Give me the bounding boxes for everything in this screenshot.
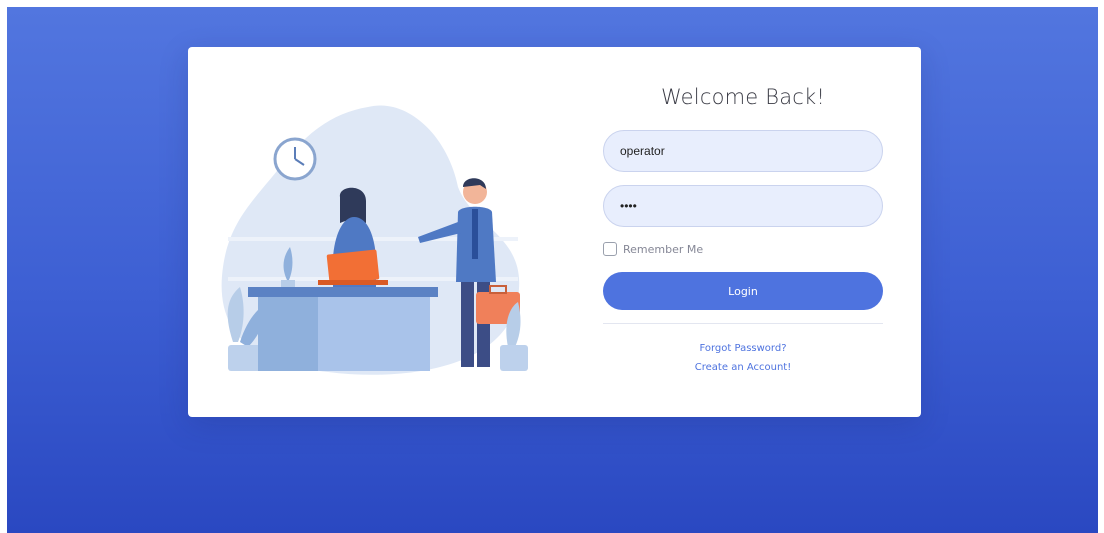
password-input[interactable] bbox=[603, 185, 883, 227]
page-background: Welcome Back! Remember Me Login Forgot P… bbox=[7, 7, 1098, 533]
remember-me-checkbox[interactable] bbox=[603, 242, 617, 256]
remember-me-row[interactable]: Remember Me bbox=[603, 242, 703, 256]
create-account-link[interactable]: Create an Account! bbox=[603, 362, 883, 373]
login-card: Welcome Back! Remember Me Login Forgot P… bbox=[188, 47, 921, 417]
username-input[interactable] bbox=[603, 130, 883, 172]
login-button[interactable]: Login bbox=[603, 272, 883, 310]
reception-illustration-icon bbox=[221, 105, 528, 375]
divider bbox=[603, 323, 883, 324]
forgot-password-link[interactable]: Forgot Password? bbox=[603, 343, 883, 354]
page-title: Welcome Back! bbox=[660, 85, 826, 109]
remember-me-label: Remember Me bbox=[623, 242, 704, 256]
